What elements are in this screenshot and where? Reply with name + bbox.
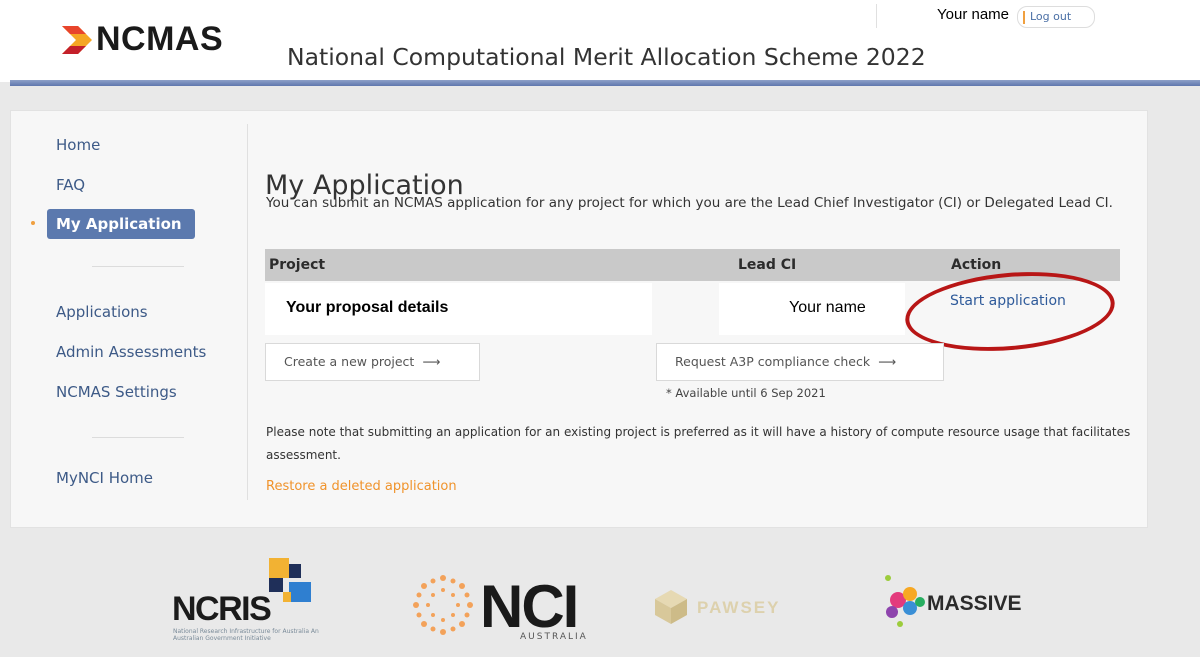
note-text: Please note that submitting an applicati…	[266, 425, 1131, 462]
header: NCMAS National Computational Merit Alloc…	[0, 0, 1200, 82]
create-project-label: Create a new project	[284, 354, 415, 369]
sidebar-item-applications[interactable]: Applications	[56, 303, 148, 321]
active-indicator	[31, 221, 35, 225]
arrow-right-icon: ⟶	[878, 354, 896, 369]
column-header-lead-ci: Lead CI	[738, 257, 797, 273]
column-header-project: Project	[269, 257, 326, 273]
massive-molecule-icon	[885, 575, 925, 627]
sidebar-item-admin-assessments[interactable]: Admin Assessments	[56, 343, 206, 361]
logout-button[interactable]: Log out	[1017, 6, 1095, 28]
header-divider	[876, 4, 877, 28]
availability-note: * Available until 6 Sep 2021	[666, 386, 826, 400]
ncris-subtitle: National Research Infrastructure for Aus…	[173, 628, 319, 642]
sidebar-item-my-application[interactable]: My Application	[47, 209, 195, 239]
project-name: Your proposal details	[286, 299, 449, 316]
compliance-check-button[interactable]: Request A3P compliance check ⟶	[656, 343, 944, 381]
user-name: Your name	[937, 6, 1009, 23]
intro-text: You can submit an NCMAS application for …	[266, 195, 1113, 211]
nci-sunburst-icon	[413, 575, 473, 635]
restore-deleted-link[interactable]: Restore a deleted application	[266, 479, 457, 494]
ncris-cubes-icon	[269, 558, 311, 602]
lead-ci-name: Your name	[789, 299, 866, 316]
sidebar-divider	[247, 124, 248, 500]
column-header-action: Action	[951, 257, 1002, 273]
header-rule	[10, 80, 1200, 86]
massive-logo-text: MASSIVE	[927, 592, 1022, 615]
pawsey-cube-icon	[655, 590, 687, 624]
nci-logo-text: NCI	[480, 573, 579, 640]
sidebar-separator	[92, 266, 184, 267]
sidebar-item-faq[interactable]: FAQ	[56, 176, 85, 194]
create-project-button[interactable]: Create a new project ⟶	[265, 343, 480, 381]
scheme-title: National Computational Merit Allocation …	[287, 43, 926, 71]
sidebar-item-home[interactable]: Home	[56, 136, 100, 154]
compliance-check-label: Request A3P compliance check	[675, 354, 871, 369]
pawsey-logo-text: PAWSEY	[697, 598, 781, 617]
ncris-logo-text: NCRIS	[172, 590, 272, 628]
ncmas-arrow-icon	[62, 26, 92, 54]
sidebar-item-mynci-home[interactable]: MyNCI Home	[56, 469, 153, 487]
arrow-right-icon: ⟶	[422, 354, 441, 369]
sidebar-item-ncmas-settings[interactable]: NCMAS Settings	[56, 383, 177, 401]
logo-text: NCMAS	[96, 20, 224, 58]
sidebar-separator	[92, 437, 184, 438]
nci-subtitle: AUSTRALIA	[520, 632, 588, 642]
